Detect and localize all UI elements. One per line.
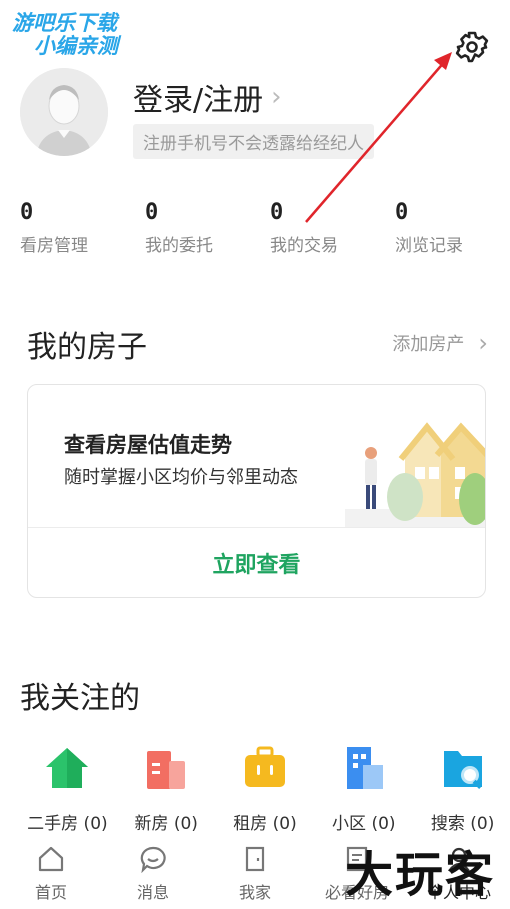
follow-item-community[interactable]: 小区 (0): [316, 745, 411, 834]
stat-label: 我的委托: [145, 236, 213, 256]
follow-item-label: 搜索 (0): [430, 814, 495, 834]
tab-my-home[interactable]: 我家: [204, 839, 306, 909]
tab-messages[interactable]: 消息: [102, 839, 204, 909]
chevron-right-icon: ›: [271, 82, 282, 112]
door-icon: [245, 846, 265, 872]
follow-item-label: 新房 (0): [134, 814, 198, 834]
following-grid: 二手房 (0) 新房 (0) 租房 (0) 小区 (0) 搜索 (0): [0, 745, 510, 834]
settings-gear-icon[interactable]: [455, 30, 489, 64]
home-icon: [46, 748, 89, 788]
default-avatar-icon: [20, 68, 108, 156]
tab-home[interactable]: 首页: [0, 839, 102, 909]
tab-label: 我家: [238, 883, 271, 902]
stat-label: 看房管理: [20, 236, 88, 256]
tower-icon: [346, 747, 383, 789]
stat-value: 0: [145, 200, 159, 225]
tab-label: 消息: [136, 883, 169, 902]
watermark-brand: 大玩客: [345, 847, 496, 903]
follow-item-label: 二手房 (0): [27, 814, 108, 834]
login-text: 登录/注册: [133, 83, 264, 118]
watermark-line1: 游吧乐下载: [12, 11, 117, 35]
watermark-logo: 游吧乐下载 小编亲测: [12, 11, 118, 59]
watermark-line2: 小编亲测: [34, 34, 118, 59]
stat-entrust[interactable]: 0 我的委托: [125, 200, 250, 256]
card-divider: [28, 527, 485, 528]
house-illustration: [345, 422, 485, 527]
stat-value: 0: [20, 200, 34, 225]
chevron-right-icon: ›: [478, 329, 488, 357]
stat-value: 0: [270, 200, 284, 225]
following-title: 我关注的: [20, 681, 140, 716]
login-tip: 注册手机号不会透露给经纪人: [133, 124, 374, 159]
valuation-card[interactable]: 查看房屋估值走势 随时掌握小区均价与邻里动态 立即查看: [27, 384, 486, 598]
login-register-link[interactable]: 登录/注册 ›: [133, 75, 282, 119]
my-house-title: 我的房子: [27, 330, 147, 365]
follow-item-search[interactable]: 搜索 (0): [415, 745, 510, 834]
stat-label: 浏览记录: [395, 236, 463, 256]
follow-item-label: 租房 (0): [233, 814, 297, 834]
stat-label: 我的交易: [270, 236, 338, 256]
follow-item-label: 小区 (0): [332, 814, 396, 834]
stat-transactions[interactable]: 0 我的交易: [250, 200, 375, 256]
card-title: 查看房屋估值走势: [64, 433, 232, 457]
follow-item-newhouse[interactable]: 新房 (0): [119, 745, 214, 834]
follow-item-rental[interactable]: 租房 (0): [218, 745, 313, 834]
stat-history[interactable]: 0 浏览记录: [375, 200, 500, 256]
avatar[interactable]: [20, 68, 108, 156]
search-folder-icon: [443, 751, 482, 789]
tab-label: 首页: [34, 883, 67, 902]
add-property-link[interactable]: 添加房产 ›: [392, 329, 488, 357]
stats-row: 0 看房管理 0 我的委托 0 我的交易 0 浏览记录: [0, 200, 510, 256]
suitcase-icon: [244, 746, 285, 787]
add-property-label: 添加房产: [392, 334, 465, 355]
stat-value: 0: [395, 200, 409, 225]
chat-icon: [140, 846, 166, 873]
follow-item-secondhand[interactable]: 二手房 (0): [20, 745, 115, 834]
annotation-arrow-head: [434, 52, 452, 70]
building-icon: [147, 751, 186, 789]
stat-viewing[interactable]: 0 看房管理: [0, 200, 125, 256]
home-outline-icon: [38, 846, 64, 872]
card-subtitle: 随时掌握小区均价与邻里动态: [64, 467, 298, 488]
view-now-button[interactable]: 立即查看: [28, 547, 485, 579]
